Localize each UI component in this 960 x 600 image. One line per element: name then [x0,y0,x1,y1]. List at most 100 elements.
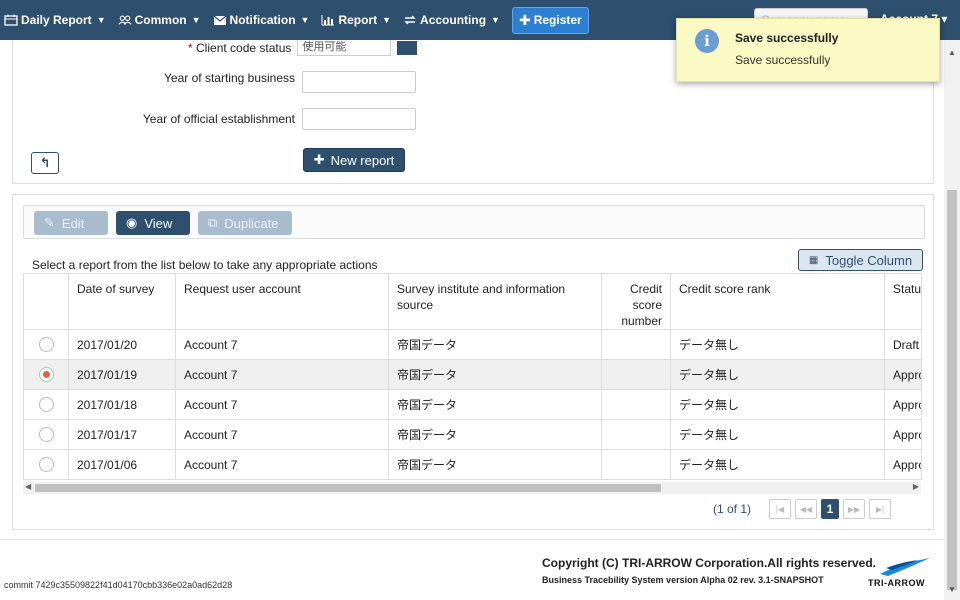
cell-date: 2017/01/19 [68,359,176,390]
scroll-left-icon[interactable]: ◀ [25,482,31,491]
plus-icon: ✚ [313,152,325,167]
last-page-button[interactable]: ▶| [869,499,892,519]
row-radio[interactable] [23,329,69,360]
edit-icon: ✎ [44,215,55,230]
header-score-rank[interactable]: Credit score rank [670,273,885,330]
cell-date: 2017/01/17 [68,419,176,450]
row-select-radio[interactable] [38,457,54,472]
save-success-toast[interactable]: i Save successfully Save successfully [676,18,940,82]
info-icon: i [695,29,719,53]
page-scrollbar[interactable]: ▲ ▼ [944,40,960,600]
table-row[interactable]: 2017/01/18Account 7帝国データ データ無しApproved [23,389,922,420]
radio-selected-dot [42,371,50,378]
toggle-column-button[interactable]: ▦ Toggle Column [798,249,923,271]
nav-common-label: Common [134,13,187,27]
footer-divider [0,539,944,540]
header-account[interactable]: Request user account [175,273,389,330]
cell-account: Account 7 [175,449,389,480]
year-established-input[interactable] [302,108,416,130]
new-report-button[interactable]: ✚ New report [303,148,405,172]
table-horizontal-scrollbar[interactable]: ◀ ▶ [23,482,921,494]
chevron-down-icon[interactable] [397,41,418,55]
paginator: (1 of 1) |◀ ◀◀ 1 ▶▶ ▶| [713,499,892,519]
cell-source: 帝国データ [388,449,602,480]
prev-page-button[interactable]: ◀◀ [795,499,818,519]
cell-rank: データ無し [670,359,885,390]
next-page-button[interactable]: ▶▶ [843,499,866,519]
plus-icon: ✚ [518,11,531,28]
row-select-radio[interactable] [38,397,54,412]
header-status[interactable]: Status [884,273,922,330]
reply-arrow-icon: ↰ [39,155,51,170]
edit-button[interactable]: ✎ Edit [34,211,108,235]
row-radio[interactable] [23,359,69,390]
row-select-radio[interactable] [38,427,54,442]
nav-accounting[interactable]: Accounting ▼ [403,13,500,27]
report-table: Date of survey Request user account Surv… [23,273,922,480]
table-row[interactable]: 2017/01/17Account 7帝国データ データ無しApproved [23,419,922,450]
cell-score [601,329,671,360]
duplicate-label: Duplicate [224,215,279,231]
hscroll-thumb[interactable] [35,484,661,492]
new-report-label: New report [330,152,395,168]
users-icon [118,15,132,25]
row-select-radio[interactable] [38,367,54,382]
cell-rank: データ無し [670,329,885,360]
copyright-text: Copyright (C) TRI-ARROW Corporation.All … [542,556,877,570]
back-button[interactable]: ↰ [31,152,59,174]
commit-hash: commit 7429c35509822f41d04170cbb336e02a0… [4,580,233,590]
edit-label: Edit [61,215,85,231]
nav-report-label: Report [338,13,378,27]
cell-source: 帝国データ [388,419,602,450]
envelope-icon [213,15,226,25]
cell-rank: データ無し [670,419,885,450]
caret-down-icon: ▼ [300,15,310,25]
row-radio[interactable] [23,389,69,420]
row-radio[interactable] [23,449,69,480]
scroll-right-icon[interactable]: ▶ [913,482,919,491]
scrollbar-thumb[interactable] [947,190,957,590]
caret-down-icon: ▼ [382,15,392,25]
cell-rank: データ無し [670,389,885,420]
scroll-down-icon[interactable]: ▼ [948,585,956,594]
first-page-button[interactable]: |◀ [769,499,792,519]
header-date[interactable]: Date of survey [68,273,176,330]
header-score-number[interactable]: Credit score number [601,273,671,330]
year-start-input[interactable] [302,71,416,93]
nav-common[interactable]: Common ▼ [118,13,201,27]
view-button[interactable]: ◉ View [116,211,190,235]
table-row[interactable]: 2017/01/20 Account 7 帝国データ データ無し Draft [23,329,922,360]
cell-rank: データ無し [670,449,885,480]
client-code-status-select[interactable]: 使用可能 [297,40,392,56]
nav-daily-report[interactable]: Daily Report ▼ [4,13,106,27]
view-label: View [144,215,173,231]
nav-notification[interactable]: Notification ▼ [213,13,310,27]
table-row[interactable]: 2017/01/06Account 7帝国データ データ無しApproved [23,449,922,480]
nav-report[interactable]: Report ▼ [321,13,391,27]
duplicate-button[interactable]: ⧉ Duplicate [198,211,292,235]
tri-arrow-logo: TRI-ARROW [868,554,938,594]
bar-chart-icon [321,15,335,26]
report-list-panel: ✎ Edit ◉ View ⧉ Duplicate Select a report f… [12,194,934,530]
scroll-up-icon[interactable]: ▲ [948,48,956,57]
header-select [23,273,69,330]
row-radio[interactable] [23,419,69,450]
row-select-radio[interactable] [38,337,54,352]
instruction-text: Select a report from the list below to t… [32,258,378,272]
cell-date: 2017/01/20 [68,329,176,360]
register-button[interactable]: ✚ Register [511,6,589,34]
table-header-row: Date of survey Request user account Surv… [23,273,922,330]
cell-account: Account 7 [175,389,389,420]
cell-status: Approved [884,419,922,450]
caret-down-icon: ▼ [491,15,500,25]
table-row[interactable]: 2017/01/19Account 7帝国データ データ無しApproved [23,359,922,390]
register-label: Register [533,13,582,27]
cell-source: 帝国データ [388,389,602,420]
cell-status: Approved [884,359,922,390]
calendar-icon [4,14,18,26]
year-established-label: Year of official establishment [142,112,295,126]
cell-score [601,389,671,420]
current-page-button[interactable]: 1 [821,499,840,519]
cell-source: 帝国データ [388,359,602,390]
header-source[interactable]: Survey institute and information source [388,273,602,330]
